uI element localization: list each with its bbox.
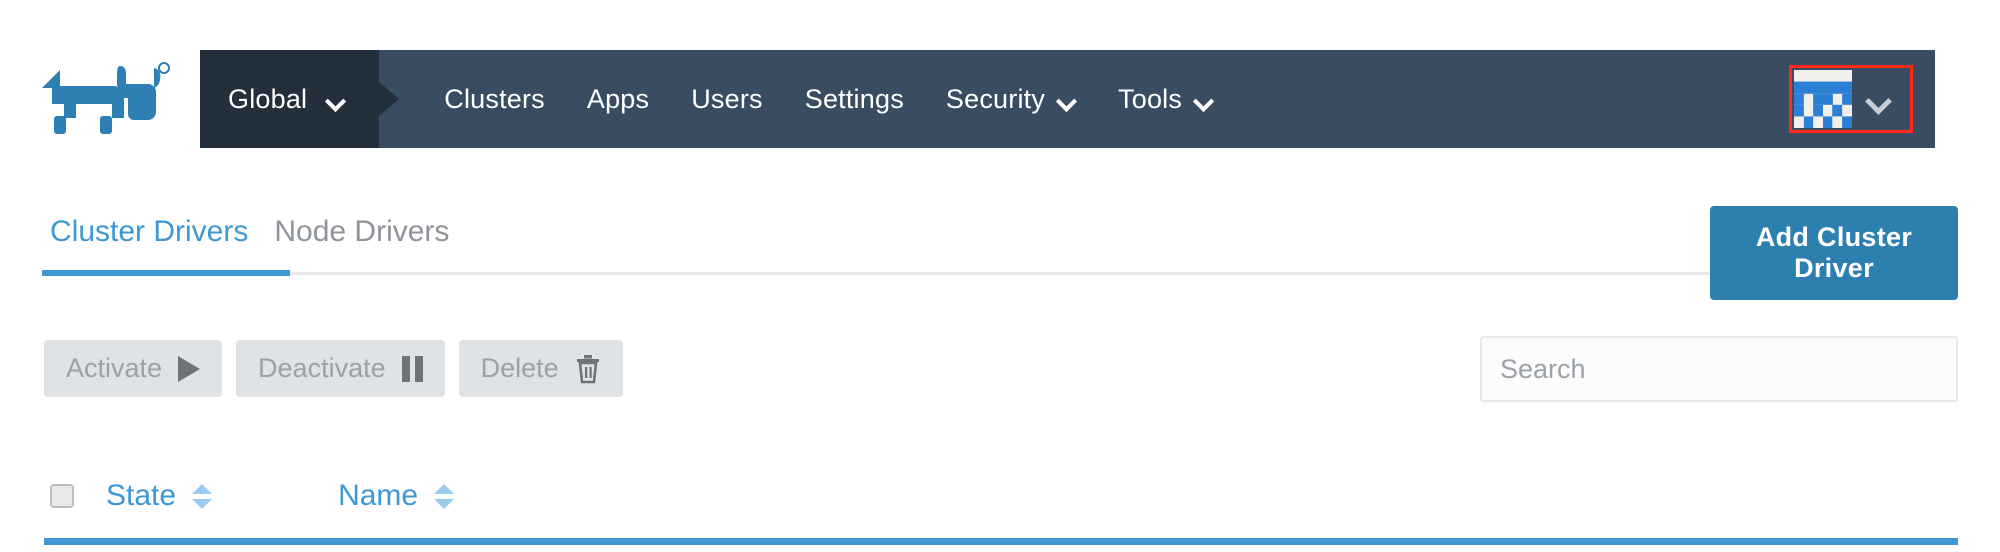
tab-label: Cluster Drivers xyxy=(50,215,249,248)
nav-link-clusters[interactable]: Clusters xyxy=(423,84,566,115)
tabs-row: Cluster Drivers Node Drivers Add Cluster… xyxy=(42,206,1958,300)
identicon-avatar xyxy=(1794,70,1852,128)
tabs-divider xyxy=(290,272,1958,275)
drivers-table-header: State Name xyxy=(44,455,1958,545)
tab-cluster-drivers[interactable]: Cluster Drivers xyxy=(42,215,274,271)
column-header-state[interactable]: State xyxy=(106,479,213,513)
play-icon xyxy=(178,355,201,382)
nav-link-settings[interactable]: Settings xyxy=(784,84,925,115)
chevron-down-icon xyxy=(1058,94,1076,105)
action-bar: Activate Deactivate Delete xyxy=(44,336,1958,410)
activate-button-label: Activate xyxy=(66,353,163,383)
rancher-cow-logo[interactable] xyxy=(38,58,178,142)
user-menu-caret[interactable] xyxy=(1852,92,1908,106)
tab-label: Node Drivers xyxy=(274,215,450,248)
chevron-down-icon xyxy=(327,94,345,105)
nav-links: Clusters Apps Users Settings Security To… xyxy=(379,50,1234,148)
chevron-down-icon xyxy=(1195,94,1213,105)
nav-link-tools[interactable]: Tools xyxy=(1097,84,1234,115)
column-header-label: State xyxy=(106,479,177,512)
nav-link-label: Clusters xyxy=(444,83,545,114)
rancher-cow-logo-icon xyxy=(42,62,170,134)
deactivate-button[interactable]: Deactivate xyxy=(236,340,445,397)
search-input[interactable] xyxy=(1482,338,1956,400)
scope-selector[interactable]: Global xyxy=(200,50,380,148)
delete-button[interactable]: Delete xyxy=(458,340,623,397)
nav-link-apps[interactable]: Apps xyxy=(566,84,670,115)
pause-icon xyxy=(401,355,423,382)
nav-link-security[interactable]: Security xyxy=(925,84,1097,115)
search-box[interactable] xyxy=(1480,336,1958,402)
activate-button[interactable]: Activate xyxy=(44,340,223,397)
active-tab-underline xyxy=(42,270,290,276)
user-menu[interactable] xyxy=(1789,65,1913,133)
tab-node-drivers[interactable]: Node Drivers xyxy=(274,215,475,271)
top-bar: Global Clusters Apps Users Settings Secu… xyxy=(0,0,2000,150)
nav-link-label: Users xyxy=(691,83,763,114)
scope-label: Global xyxy=(228,83,308,114)
delete-button-label: Delete xyxy=(480,353,559,383)
column-header-label: Name xyxy=(338,479,419,512)
nav-link-users[interactable]: Users xyxy=(670,84,784,115)
nav-link-label: Settings xyxy=(804,83,904,114)
trash-icon xyxy=(575,354,601,384)
nav-link-label: Apps xyxy=(586,83,650,114)
column-header-name[interactable]: Name xyxy=(338,479,455,513)
main-navbar: Global Clusters Apps Users Settings Secu… xyxy=(200,50,1935,148)
nav-link-label: Tools xyxy=(1118,83,1183,114)
table-header-row: State Name xyxy=(44,455,1958,537)
add-cluster-driver-button[interactable]: Add Cluster Driver xyxy=(1710,206,1958,300)
chevron-down-icon xyxy=(1868,92,1892,106)
deactivate-button-label: Deactivate xyxy=(258,353,386,383)
sort-updown-icon xyxy=(434,483,455,509)
sort-updown-icon xyxy=(192,483,213,509)
driver-tabs: Cluster Drivers Node Drivers xyxy=(42,215,1958,271)
nav-link-label: Security xyxy=(945,83,1046,114)
select-all-checkbox[interactable] xyxy=(50,484,74,508)
